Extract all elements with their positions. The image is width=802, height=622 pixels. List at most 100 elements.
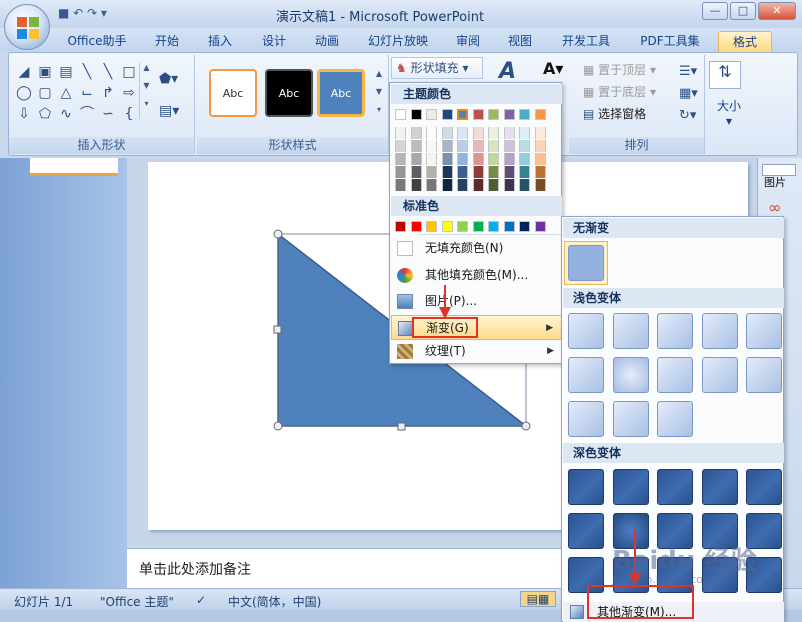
tab-slideshow[interactable]: 幻灯片放映 [362, 31, 434, 52]
minimize-button[interactable]: — [702, 2, 728, 20]
theme-shade-swatch[interactable] [441, 166, 453, 178]
theme-shade-swatch[interactable] [457, 140, 468, 152]
standard-color-swatch[interactable] [503, 221, 515, 232]
theme-color-swatch[interactable] [410, 109, 422, 120]
shape-style-white[interactable]: Abc [209, 69, 257, 117]
theme-color-swatch[interactable] [426, 109, 437, 120]
theme-shade-swatch[interactable] [426, 153, 437, 165]
arc-shape-icon[interactable]: ⌒ [78, 105, 96, 123]
vertical-textbox-icon[interactable]: ▤ [57, 63, 75, 81]
theme-shade-swatch[interactable] [410, 179, 422, 191]
standard-color-swatch[interactable] [457, 221, 468, 232]
theme-shade-swatch[interactable] [503, 179, 515, 191]
texture-item[interactable]: 纹理(T) ▶ [391, 339, 562, 364]
size-button[interactable]: 大小 ▾ [709, 97, 749, 128]
theme-shade-swatch[interactable] [534, 140, 546, 152]
light-gradient-tile[interactable] [701, 313, 738, 349]
wordart-a-icon[interactable]: A [499, 59, 516, 84]
theme-shade-swatch[interactable] [519, 166, 530, 178]
maximize-button[interactable]: □ [730, 2, 756, 20]
triangle-shape-icon[interactable]: ◢ [15, 63, 33, 81]
theme-shade-swatch[interactable] [441, 127, 453, 139]
shapes-gallery[interactable]: ◢ ▣ ▤ ╲ ╲ □ ◯ ▢ △ ⌙ ↱ ⇨ ⇩ ⬠ ∿ ⌒ ∽ { [15, 63, 140, 123]
light-gradient-tile[interactable] [657, 401, 693, 437]
theme-color-swatch[interactable] [441, 109, 453, 120]
shape-style-black[interactable]: Abc [265, 69, 313, 117]
tab-pdf-tools[interactable]: PDF工具集 [632, 31, 708, 52]
theme-shade-swatch[interactable] [472, 179, 484, 191]
dark-gradient-tile[interactable] [657, 469, 693, 505]
theme-shade-swatch[interactable] [426, 140, 437, 152]
theme-shade-swatch[interactable] [519, 153, 530, 165]
standard-color-swatch[interactable] [488, 221, 499, 232]
standard-color-swatch[interactable] [519, 221, 530, 232]
rounded-rect-shape-icon[interactable]: ▢ [36, 84, 54, 102]
tab-animation[interactable]: 动画 [306, 31, 348, 52]
send-to-back-button[interactable]: ▦ 置于底层 ▾ [583, 83, 656, 100]
standard-color-swatch[interactable] [426, 221, 437, 232]
light-gradient-tile[interactable] [657, 357, 693, 393]
selection-pane-button[interactable]: ▤ 选择窗格 [583, 105, 646, 122]
theme-shade-swatch[interactable] [395, 179, 406, 191]
spellcheck-icon[interactable]: ✓ [196, 593, 206, 607]
theme-shade-swatch[interactable] [472, 153, 484, 165]
theme-shade-swatch[interactable] [426, 179, 437, 191]
theme-shade-swatch[interactable] [441, 153, 453, 165]
shapes-scroll[interactable]: ▲ ▼ ▾ [139, 63, 153, 119]
standard-color-swatch[interactable] [410, 221, 422, 232]
tab-insert[interactable]: 插入 [200, 31, 240, 52]
oval-shape-icon[interactable]: ◯ [15, 84, 33, 102]
size-icon[interactable]: ⇅ [709, 61, 741, 89]
theme-shade-swatch[interactable] [503, 153, 515, 165]
bring-to-front-button[interactable]: ▦ 置于顶层 ▾ [583, 61, 656, 78]
styles-scroll[interactable]: ▲ ▼ ▾ [373, 69, 385, 119]
theme-shade-swatch[interactable] [534, 127, 546, 139]
standard-color-swatch[interactable] [534, 221, 546, 232]
picture-fill-item[interactable]: 图片(P)... [391, 289, 562, 314]
dark-gradient-tile[interactable] [612, 469, 649, 505]
light-gradient-tile[interactable] [612, 357, 649, 393]
textbox-shape-icon[interactable]: ▣ [36, 63, 54, 81]
tab-home[interactable]: 开始 [146, 31, 188, 52]
theme-color-swatch[interactable] [534, 109, 546, 120]
pentagon-shape-icon[interactable]: ⬠ [36, 105, 54, 123]
tab-view[interactable]: 视图 [500, 31, 540, 52]
theme-shade-swatch[interactable] [410, 140, 422, 152]
isosceles-triangle-icon[interactable]: △ [57, 84, 75, 102]
theme-shade-swatch[interactable] [534, 179, 546, 191]
more-fill-colors-item[interactable]: 其他填充颜色(M)... [391, 263, 562, 288]
standard-color-swatch[interactable] [441, 221, 453, 232]
brace-shape-icon[interactable]: { [120, 105, 138, 123]
theme-shade-swatch[interactable] [410, 153, 422, 165]
elbow-arrow-icon[interactable]: ↱ [99, 84, 117, 102]
light-gradient-tile[interactable] [612, 401, 649, 437]
freeform-shape-icon[interactable]: ∽ [99, 105, 117, 123]
theme-shade-swatch[interactable] [488, 166, 499, 178]
light-gradient-tile[interactable] [657, 313, 693, 349]
align-icons[interactable]: ☰▾ ▦▾ ↻▾ [679, 61, 698, 127]
theme-color-swatch[interactable] [395, 109, 406, 120]
theme-shade-swatch[interactable] [472, 166, 484, 178]
standard-color-swatch[interactable] [395, 221, 406, 232]
smartart-icon[interactable]: ∞ [768, 198, 781, 217]
theme-shade-swatch[interactable] [488, 153, 499, 165]
theme-shade-swatch[interactable] [503, 166, 515, 178]
slide-thumbnail[interactable] [30, 158, 118, 176]
close-button[interactable]: ✕ [758, 2, 796, 20]
curve-shape-icon[interactable]: ∿ [57, 105, 75, 123]
resize-handle[interactable] [273, 229, 283, 239]
theme-shade-swatch[interactable] [457, 127, 468, 139]
textbox-insert-icon[interactable]: ▤▾ [159, 103, 179, 119]
shape-fill-button[interactable]: ♞ 形状填充 ▾ [391, 57, 483, 79]
theme-color-swatch[interactable] [457, 109, 468, 120]
rectangle-shape-icon[interactable]: □ [120, 63, 138, 81]
light-gradient-tile[interactable] [568, 357, 604, 393]
theme-color-swatch[interactable] [503, 109, 515, 120]
theme-color-swatch[interactable] [488, 109, 499, 120]
theme-shade-swatch[interactable] [426, 166, 437, 178]
theme-shade-swatch[interactable] [395, 166, 406, 178]
no-gradient-swatch[interactable] [568, 245, 604, 281]
dark-gradient-tile[interactable] [701, 469, 738, 505]
theme-color-swatch[interactable] [519, 109, 530, 120]
theme-shade-swatch[interactable] [519, 179, 530, 191]
